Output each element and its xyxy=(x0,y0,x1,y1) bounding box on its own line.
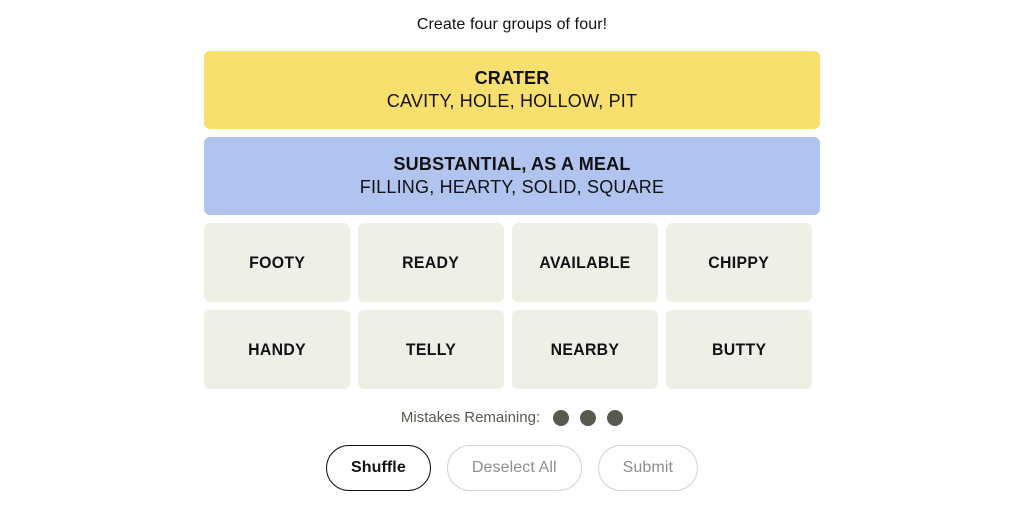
connections-game: Create four groups of four! CRATER CAVIT… xyxy=(0,0,1024,531)
deselect-all-button[interactable]: Deselect All xyxy=(446,445,582,491)
shuffle-button[interactable]: Shuffle xyxy=(325,445,431,491)
mistake-dot xyxy=(607,410,624,426)
tile-label: FOOTY xyxy=(248,252,306,272)
word-tile-nearby[interactable]: NEARBY xyxy=(512,310,658,389)
word-tile-footy[interactable]: FOOTY xyxy=(204,223,350,302)
tile-row: FOOTY READY AVAILABLE CHIPPY xyxy=(204,223,820,302)
word-tile-butty[interactable]: BUTTY xyxy=(666,310,812,389)
word-tile-chippy[interactable]: CHIPPY xyxy=(666,223,812,302)
instruction-text: Create four groups of four! xyxy=(416,16,608,33)
submit-button[interactable]: Submit xyxy=(597,445,699,491)
action-buttons: Shuffle Deselect All Submit xyxy=(325,445,699,491)
word-tile-ready[interactable]: READY xyxy=(358,223,504,302)
tile-row: HANDY TELLY NEARBY BUTTY xyxy=(204,310,820,389)
tile-label: READY xyxy=(402,252,460,272)
solved-group-1: CRATER CAVITY, HOLE, HOLLOW, PIT xyxy=(204,51,820,129)
tile-label: TELLY xyxy=(405,339,457,359)
game-board: CRATER CAVITY, HOLE, HOLLOW, PIT SUBSTAN… xyxy=(204,51,820,389)
tile-label: CHIPPY xyxy=(708,252,770,272)
solved-group-title: SUBSTANTIAL, AS A MEAL xyxy=(393,154,631,174)
tile-label: BUTTY xyxy=(711,339,767,359)
mistake-dots xyxy=(553,410,624,426)
mistake-dot xyxy=(580,410,597,426)
submit-button-label: Submit xyxy=(622,459,674,476)
mistakes-remaining-label: Mistakes Remaining: xyxy=(400,409,541,426)
tile-label: NEARBY xyxy=(550,339,620,359)
shuffle-button-label: Shuffle xyxy=(350,459,406,476)
word-tile-telly[interactable]: TELLY xyxy=(358,310,504,389)
deselect-all-button-label: Deselect All xyxy=(471,459,557,476)
solved-group-title: CRATER xyxy=(474,68,550,88)
solved-group-members: FILLING, HEARTY, SOLID, SQUARE xyxy=(359,177,665,197)
mistakes-remaining: Mistakes Remaining: xyxy=(400,409,624,427)
solved-group-members: CAVITY, HOLE, HOLLOW, PIT xyxy=(386,91,638,111)
mistake-dot xyxy=(553,410,570,426)
tile-label: AVAILABLE xyxy=(539,252,631,272)
word-tile-handy[interactable]: HANDY xyxy=(204,310,350,389)
word-tile-available[interactable]: AVAILABLE xyxy=(512,223,658,302)
tile-label: HANDY xyxy=(248,339,306,359)
solved-group-2: SUBSTANTIAL, AS A MEAL FILLING, HEARTY, … xyxy=(204,137,820,215)
